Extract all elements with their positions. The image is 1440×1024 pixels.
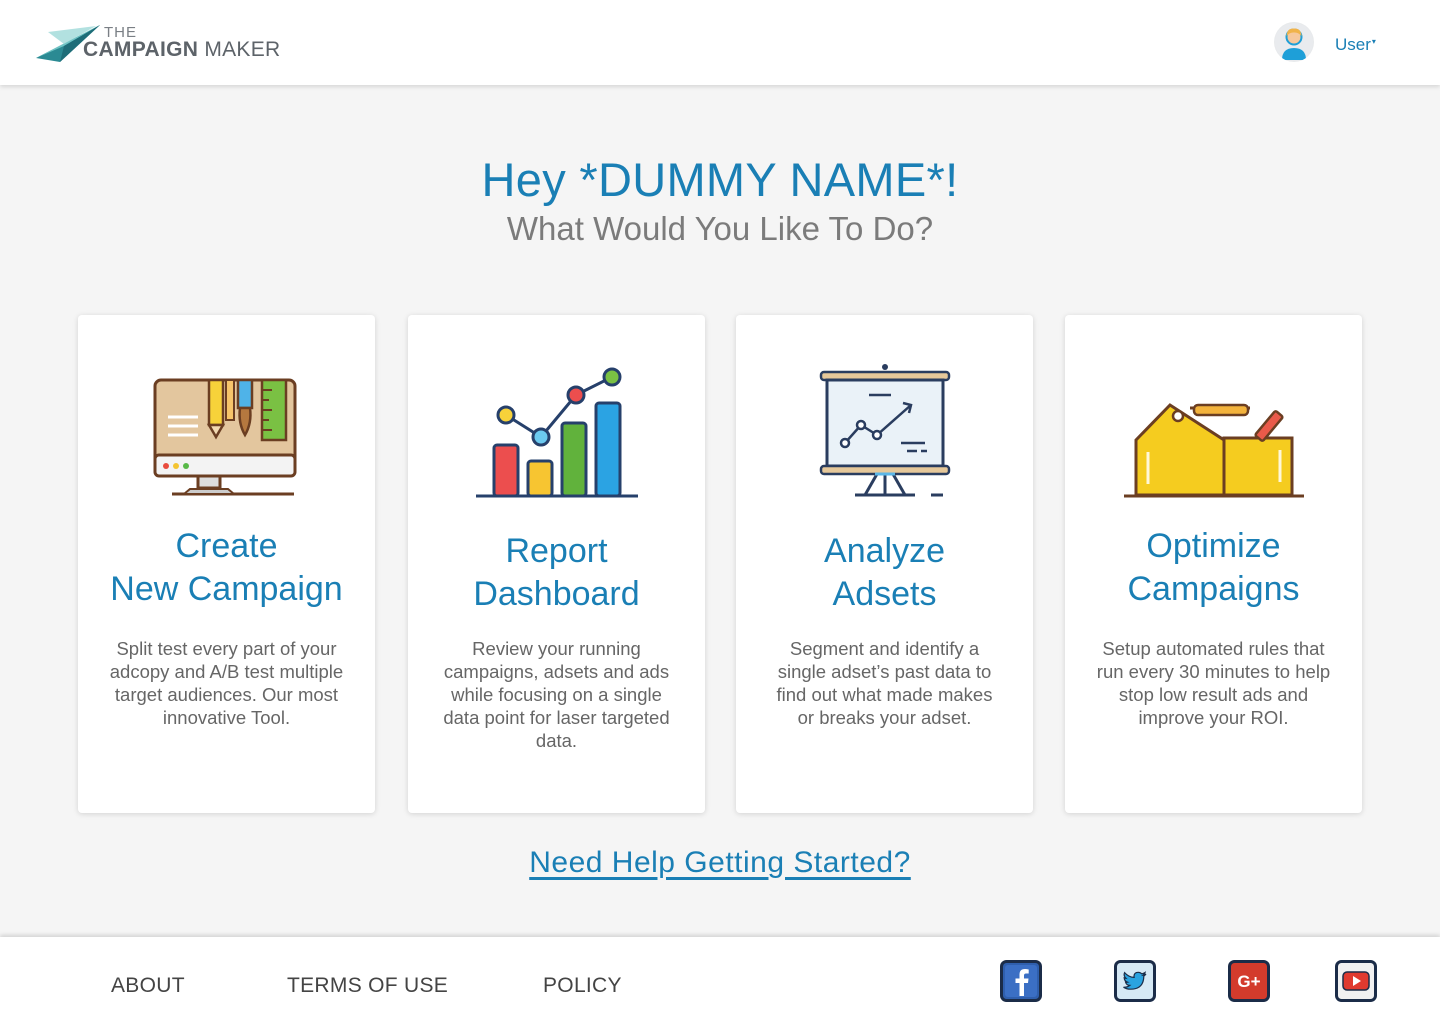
footer-link-terms[interactable]: TERMS OF USE bbox=[287, 974, 448, 998]
card-title-line2: New Campaign bbox=[110, 570, 343, 608]
card-title-line2: Adsets bbox=[832, 575, 937, 613]
twitter-icon bbox=[1114, 960, 1156, 1002]
card-icon-wrap bbox=[1065, 400, 1362, 500]
google-plus-icon: G+ bbox=[1228, 960, 1270, 1002]
logo-text-name: CAMPAIGN MAKER bbox=[83, 38, 281, 62]
footer-link-policy[interactable]: POLICY bbox=[543, 974, 622, 998]
facebook-icon bbox=[1000, 960, 1042, 1002]
footer: ABOUT TERMS OF USE POLICY G+ bbox=[0, 937, 1440, 1024]
bar-chart-icon bbox=[475, 367, 638, 498]
monitor-design-icon bbox=[153, 378, 296, 496]
facebook-link[interactable] bbox=[1000, 960, 1042, 1002]
card-title-line2: Dashboard bbox=[473, 575, 640, 613]
user-avatar[interactable] bbox=[1274, 22, 1314, 62]
help-link-container: Need Help Getting Started? bbox=[0, 846, 1440, 880]
logo-text-maker: MAKER bbox=[204, 38, 281, 61]
svg-text:G+: G+ bbox=[1237, 972, 1260, 991]
card-icon-wrap bbox=[408, 365, 705, 501]
card-title: Analyze Adsets bbox=[746, 530, 1023, 616]
greeting-subheading: What Would You Like To Do? bbox=[506, 210, 934, 247]
card-create-new-campaign[interactable]: Create New Campaign Split test every par… bbox=[78, 315, 375, 813]
user-icon bbox=[1275, 23, 1313, 61]
card-title: Report Dashboard bbox=[418, 530, 695, 616]
help-getting-started-link[interactable]: Need Help Getting Started? bbox=[529, 846, 911, 879]
twitter-link[interactable] bbox=[1114, 960, 1156, 1002]
card-description: Split test every part of your adcopy and… bbox=[109, 638, 344, 728]
card-title-line1: Optimize bbox=[1146, 527, 1281, 565]
card-title: Optimize Campaigns bbox=[1075, 525, 1352, 611]
card-description: Setup automated rules that run every 30 … bbox=[1096, 638, 1331, 728]
card-title-line1: Create bbox=[175, 527, 278, 565]
card-optimize-campaigns[interactable]: Optimize Campaigns Setup automated rules… bbox=[1065, 315, 1362, 813]
card-description: Review your running campaigns, adsets an… bbox=[443, 638, 670, 751]
card-report-dashboard[interactable]: Report Dashboard Review your running cam… bbox=[408, 315, 705, 813]
top-header: THE CAMPAIGN MAKER User▾ bbox=[0, 0, 1440, 85]
card-icon-wrap bbox=[78, 375, 375, 501]
user-menu-label: User bbox=[1335, 35, 1371, 54]
card-description: Segment and identify a single adset’s pa… bbox=[776, 638, 993, 728]
footer-link-about[interactable]: ABOUT bbox=[111, 974, 185, 998]
card-title: Create New Campaign bbox=[88, 525, 365, 611]
card-title-line1: Analyze bbox=[824, 532, 945, 570]
user-menu-dropdown[interactable]: User▾ bbox=[1335, 35, 1376, 55]
youtube-link[interactable] bbox=[1335, 960, 1377, 1002]
chevron-down-icon: ▾ bbox=[1371, 37, 1376, 46]
toolbox-icon bbox=[1123, 403, 1304, 498]
card-icon-wrap bbox=[736, 363, 1033, 501]
campaign-maker-logo[interactable]: THE CAMPAIGN MAKER bbox=[34, 22, 304, 64]
greeting-heading: Hey *DUMMY NAME*! bbox=[481, 153, 959, 206]
presentation-board-icon bbox=[819, 364, 950, 497]
card-title-line1: Report bbox=[505, 532, 608, 570]
google-plus-link[interactable]: G+ bbox=[1228, 960, 1270, 1002]
card-analyze-adsets[interactable]: Analyze Adsets Segment and identify a si… bbox=[736, 315, 1033, 813]
card-title-line2: Campaigns bbox=[1127, 570, 1300, 608]
logo-text-campaign: CAMPAIGN bbox=[83, 38, 199, 61]
youtube-icon bbox=[1335, 960, 1377, 1002]
